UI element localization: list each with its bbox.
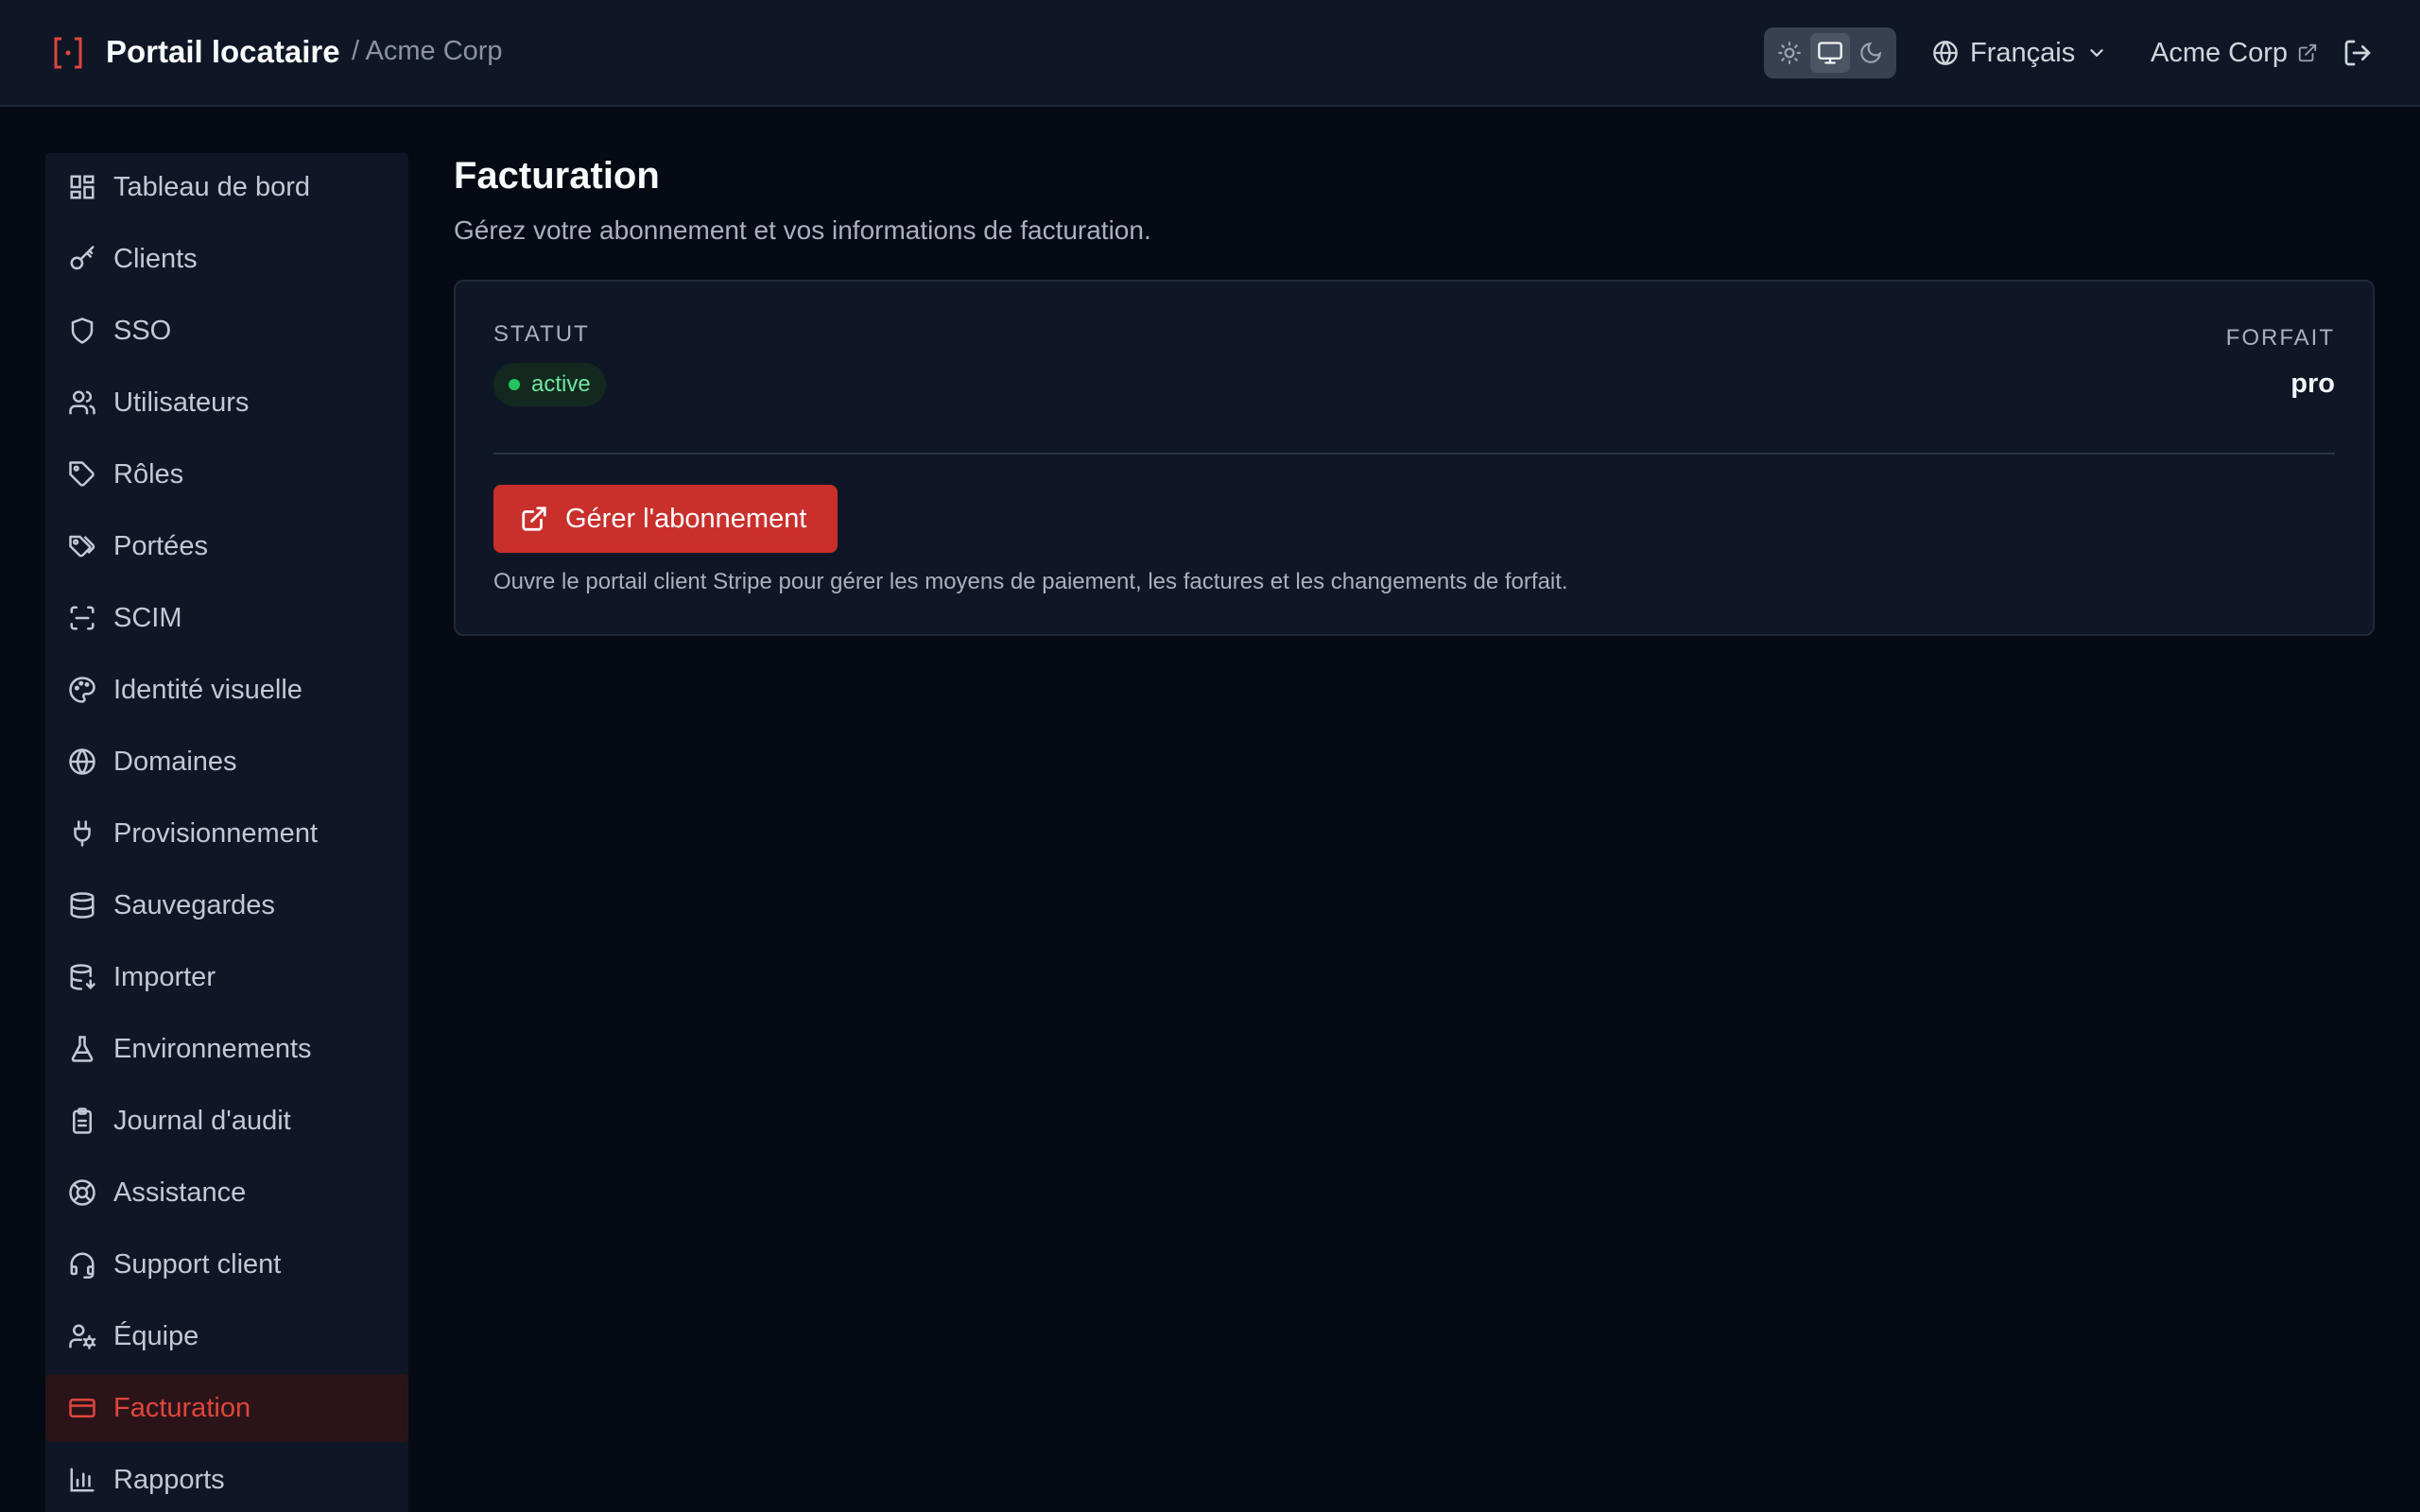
manage-subscription-button[interactable]: Gérer l'abonnement bbox=[493, 485, 838, 553]
sidebar-item-label: Identité visuelle bbox=[113, 674, 302, 705]
sidebar-item-label: Domaines bbox=[113, 746, 237, 777]
status-dot-icon bbox=[509, 379, 520, 390]
palette-icon bbox=[69, 677, 95, 703]
divider bbox=[493, 453, 2335, 455]
plug-icon bbox=[74, 820, 91, 847]
app-title: Portail locataire bbox=[106, 34, 340, 69]
sidebar-item-sso[interactable]: SSO bbox=[45, 297, 408, 365]
sidebar-item-label: Sauvegardes bbox=[113, 889, 275, 920]
sidebar-item-branding[interactable]: Identité visuelle bbox=[45, 656, 408, 724]
sidebar-item-label: Importer bbox=[113, 961, 216, 992]
helper-text: Ouvre le portail client Stripe pour gére… bbox=[493, 569, 1568, 594]
globe-icon bbox=[1933, 41, 1958, 65]
sidebar-item-roles[interactable]: Rôles bbox=[45, 440, 408, 508]
scan-icon bbox=[70, 606, 95, 630]
sidebar-item-label: SSO bbox=[113, 315, 172, 346]
sidebar-item-team[interactable]: Équipe bbox=[45, 1302, 408, 1370]
page-title: Facturation bbox=[454, 155, 660, 197]
flask-icon bbox=[71, 1036, 94, 1062]
sidebar-item-customer-support[interactable]: Support client bbox=[45, 1230, 408, 1298]
tenant-link[interactable]: Acme Corp bbox=[2151, 32, 2318, 74]
sidebar-item-billing[interactable]: Facturation bbox=[45, 1374, 408, 1442]
tags-icon bbox=[69, 535, 95, 558]
theme-light-button[interactable] bbox=[1770, 33, 1809, 73]
monitor-icon bbox=[1818, 42, 1842, 64]
external-link-icon bbox=[2298, 43, 2317, 62]
theme-dark-button[interactable] bbox=[1851, 33, 1891, 73]
sidebar-item-label: Utilisateurs bbox=[113, 387, 250, 418]
dashboard-icon bbox=[70, 175, 95, 199]
theme-switcher bbox=[1764, 27, 1896, 78]
sidebar-item-backups[interactable]: Sauvegardes bbox=[45, 871, 408, 939]
sidebar-item-audit-log[interactable]: Journal d'audit bbox=[45, 1087, 408, 1155]
status-label: STATUT bbox=[493, 321, 590, 347]
tag-icon bbox=[69, 461, 95, 487]
moon-icon bbox=[1860, 42, 1882, 63]
sun-icon bbox=[1778, 42, 1801, 64]
sidebar-item-label: Support client bbox=[113, 1248, 282, 1280]
sidebar-item-assistance[interactable]: Assistance bbox=[45, 1159, 408, 1227]
theme-system-button[interactable] bbox=[1810, 33, 1850, 73]
sidebar-item-users[interactable]: Utilisateurs bbox=[45, 369, 408, 437]
database-icon bbox=[70, 892, 95, 919]
sidebar-item-label: Facturation bbox=[113, 1392, 251, 1423]
plan-value: pro bbox=[2290, 369, 2335, 399]
sidebar-item-label: Équipe bbox=[113, 1320, 199, 1351]
sidebar-item-domains[interactable]: Domaines bbox=[45, 728, 408, 796]
sidebar-item-import[interactable]: Importer bbox=[45, 943, 408, 1011]
user-cog-icon bbox=[69, 1324, 96, 1349]
language-select[interactable]: Français bbox=[1932, 32, 2107, 74]
language-label: Français bbox=[1970, 37, 2076, 68]
chevron-down-icon bbox=[2090, 49, 2103, 58]
sidebar-item-reports[interactable]: Rapports bbox=[45, 1446, 408, 1512]
shield-icon bbox=[71, 318, 94, 344]
sidebar-item-label: SCIM bbox=[113, 602, 182, 633]
sidebar-item-environments[interactable]: Environnements bbox=[45, 1015, 408, 1083]
clipboard-icon bbox=[73, 1108, 92, 1134]
users-icon bbox=[69, 390, 95, 415]
database-import-icon bbox=[70, 964, 95, 990]
key-icon bbox=[70, 246, 95, 270]
bar-chart-icon bbox=[70, 1468, 95, 1492]
status-value: active bbox=[531, 371, 591, 397]
page-subtitle: Gérez votre abonnement et vos informatio… bbox=[454, 215, 1151, 245]
sidebar-item-label: Clients bbox=[113, 243, 198, 274]
sidebar-item-scopes[interactable]: Portées bbox=[45, 512, 408, 580]
status-badge: active bbox=[493, 363, 606, 406]
brand-logo-icon bbox=[54, 37, 82, 69]
sidebar-item-label: Provisionnement bbox=[113, 817, 318, 849]
sidebar: Tableau de bord Clients SSO Utilisateurs… bbox=[45, 153, 408, 1512]
sidebar-item-label: Portées bbox=[113, 530, 208, 561]
credit-card-icon bbox=[69, 1399, 95, 1418]
sidebar-item-label: Tableau de bord bbox=[113, 171, 310, 202]
sidebar-item-label: Environnements bbox=[113, 1033, 312, 1064]
sidebar-item-label: Assistance bbox=[113, 1177, 247, 1208]
external-link-icon bbox=[522, 507, 546, 531]
breadcrumb: / Acme Corp bbox=[352, 36, 503, 66]
sidebar-item-label: Journal d'audit bbox=[113, 1105, 291, 1136]
globe-icon bbox=[69, 748, 95, 775]
sidebar-item-dashboard[interactable]: Tableau de bord bbox=[45, 153, 408, 221]
tenant-label: Acme Corp bbox=[2151, 37, 2289, 68]
manage-subscription-label: Gérer l'abonnement bbox=[565, 503, 807, 534]
sidebar-item-clients[interactable]: Clients bbox=[45, 225, 408, 293]
sidebar-item-scim[interactable]: SCIM bbox=[45, 584, 408, 652]
billing-card: STATUT active FORFAIT pro Gérer l'abonne… bbox=[454, 280, 2375, 636]
sidebar-item-provisioning[interactable]: Provisionnement bbox=[45, 799, 408, 868]
sidebar-item-label: Rôles bbox=[113, 458, 184, 490]
plan-label: FORFAIT bbox=[2225, 325, 2335, 351]
sidebar-item-label: Rapports bbox=[113, 1464, 225, 1495]
headset-icon bbox=[70, 1252, 95, 1279]
lifebuoy-icon bbox=[69, 1179, 95, 1206]
logout-icon[interactable] bbox=[2342, 38, 2373, 68]
top-header: Portail locataire / Acme Corp Français A… bbox=[0, 0, 2420, 107]
